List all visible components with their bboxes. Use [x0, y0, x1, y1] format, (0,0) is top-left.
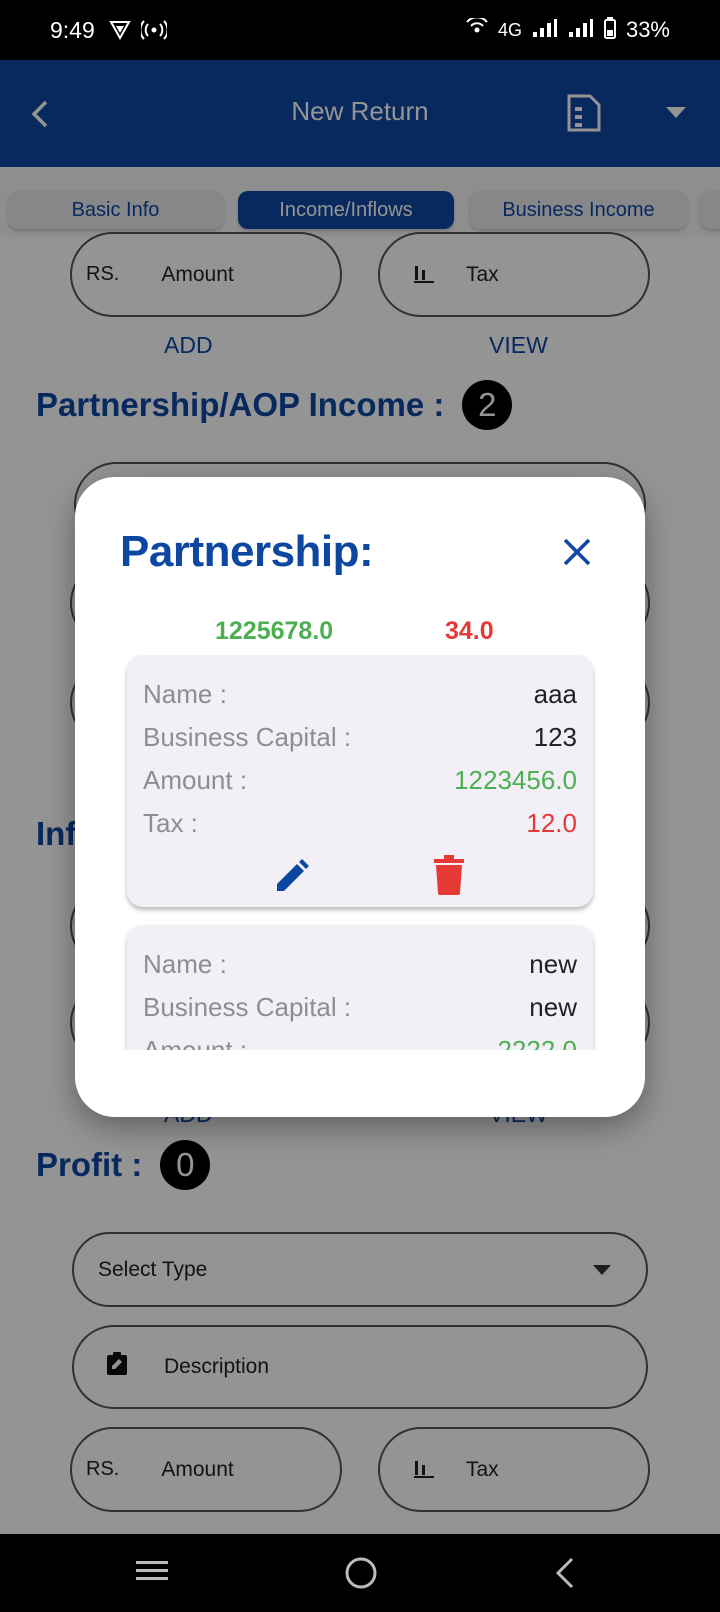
tax-label: Tax :	[143, 808, 198, 838]
total-amount: 1225678.0	[215, 617, 334, 645]
back-nav-icon[interactable]	[552, 1556, 580, 1595]
entry-amount-row: Amount : 2222.0	[143, 1035, 577, 1050]
entry-capital-row: Business Capital : 123	[143, 722, 577, 765]
entry-tax-row: Tax : 12.0	[143, 808, 577, 851]
dialog-title: Partnership:	[120, 527, 374, 576]
entry-name-row: Name : aaa	[143, 679, 577, 722]
close-icon[interactable]	[562, 537, 592, 567]
edit-pencil-icon[interactable]	[273, 857, 311, 895]
name-label: Name :	[143, 949, 227, 979]
business-capital-label: Business Capital :	[143, 722, 352, 752]
partnership-entry-card: Name : new Business Capital : new Amount…	[127, 925, 593, 1050]
total-tax: 34.0	[445, 617, 494, 645]
home-icon[interactable]	[344, 1556, 378, 1595]
network-type: 4G	[497, 19, 522, 40]
battery-percent: 33%	[625, 17, 670, 42]
entry-amount-row: Amount : 1223456.0	[143, 765, 577, 808]
vpn-shield-icon	[109, 20, 131, 40]
status-right-group: 4G 33%	[466, 15, 670, 44]
status-bar: 9:49 4G 33%	[0, 0, 720, 60]
entry-capital-row: Business Capital : new	[143, 992, 577, 1035]
system-nav-bar	[0, 1534, 720, 1612]
partnership-entry-card: Name : aaa Business Capital : 123 Amount…	[127, 655, 593, 907]
name-value: aaa	[533, 679, 577, 709]
status-time: 9:49	[50, 16, 95, 43]
business-capital-label: Business Capital :	[143, 992, 352, 1022]
delete-trash-icon[interactable]	[433, 855, 465, 895]
modal-scrim-top[interactable]	[0, 60, 720, 237]
name-label: Name :	[143, 679, 227, 709]
entry-actions	[143, 851, 577, 911]
business-capital-value: 123	[533, 722, 577, 752]
recent-apps-icon[interactable]	[135, 1556, 169, 1591]
wifi-signal-icon	[466, 15, 488, 43]
hotspot-icon	[140, 20, 167, 40]
amount-label: Amount :	[143, 1035, 248, 1050]
cell-signal-2-icon	[568, 18, 594, 43]
amount-label: Amount :	[143, 765, 248, 795]
battery-icon	[603, 16, 616, 44]
tax-value: 12.0	[526, 808, 577, 838]
entries-list[interactable]: Name : aaa Business Capital : 123 Amount…	[75, 655, 645, 1050]
business-capital-value: new	[529, 992, 577, 1022]
entry-name-row: Name : new	[143, 949, 577, 992]
amount-value: 1223456.0	[454, 765, 577, 795]
name-value: new	[529, 949, 577, 979]
amount-value: 2222.0	[497, 1035, 577, 1050]
partnership-dialog: Partnership: 1225678.0 34.0 Name : aaa B…	[75, 477, 645, 1117]
cell-signal-icon	[532, 18, 558, 43]
